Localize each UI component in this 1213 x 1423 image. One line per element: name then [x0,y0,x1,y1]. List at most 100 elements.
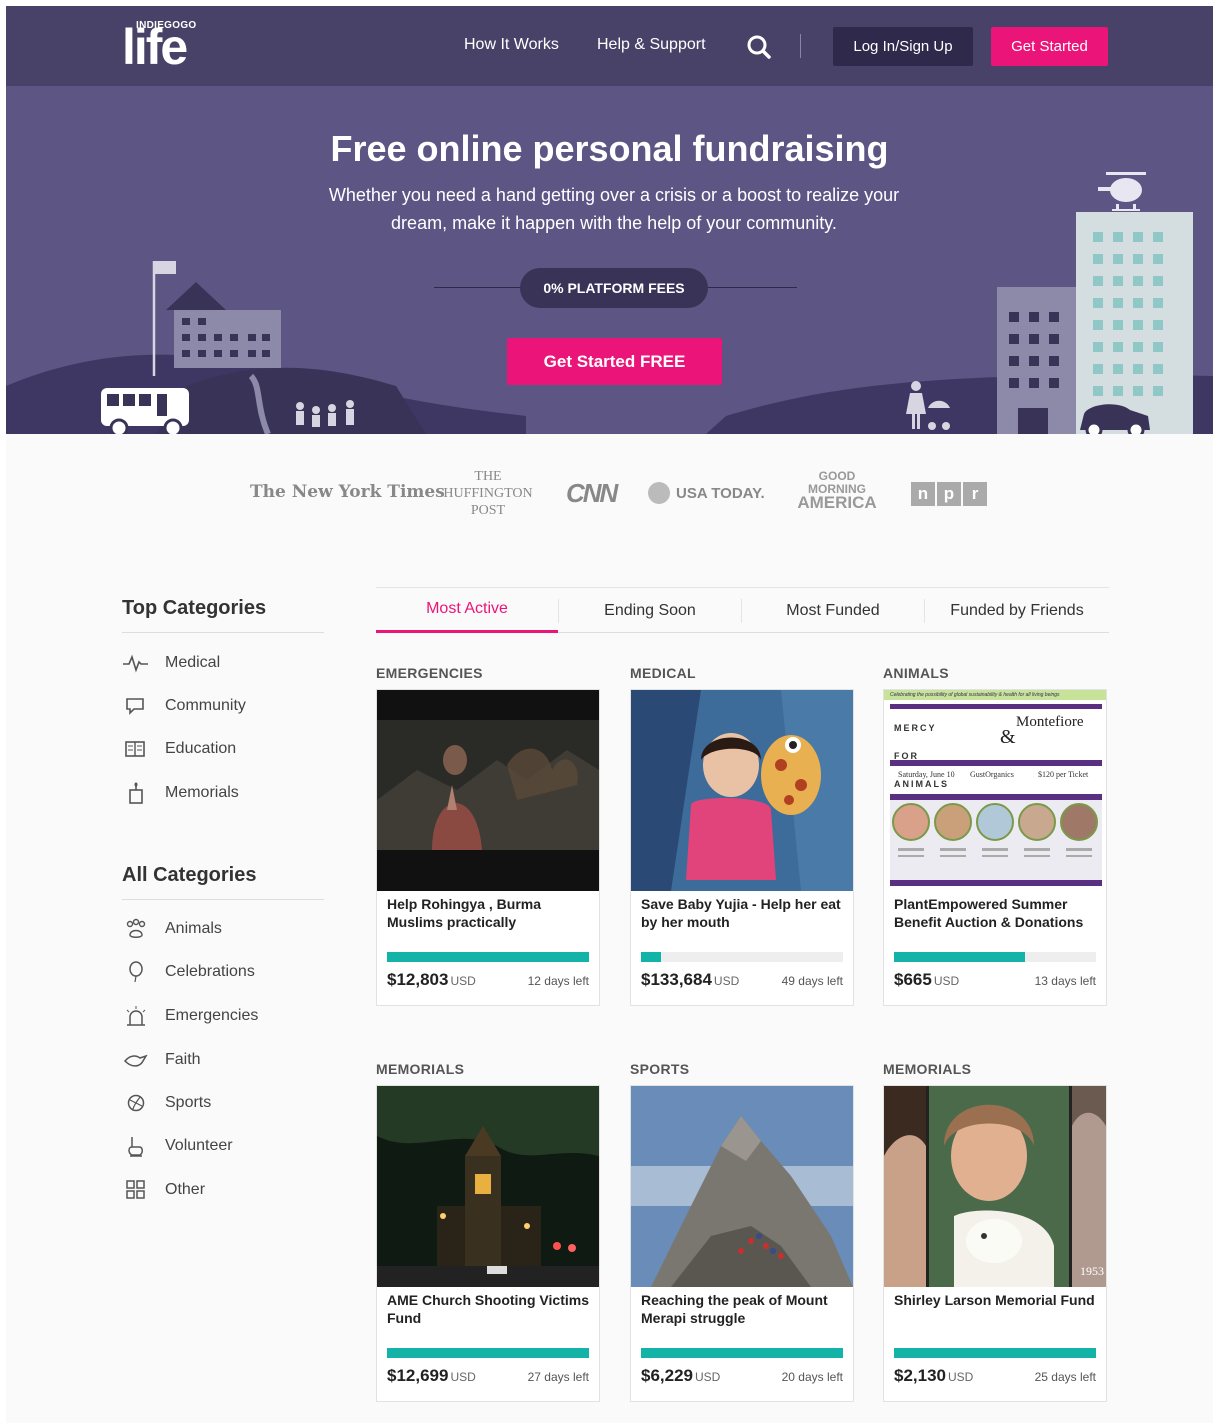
login-signup-button[interactable]: Log In/Sign Up [833,27,973,66]
campaign-title[interactable]: Shirley Larson Memorial Fund [894,1291,1099,1309]
sidebar-item-animals[interactable]: Animals [122,916,222,942]
nyt-logo: The New York Times [250,482,445,502]
tab-most-funded[interactable]: Most Funded [742,588,924,633]
amount-value: $665 [894,970,932,989]
progress-bar [894,952,1096,962]
days-left: 25 days left [1034,1370,1096,1384]
days-left: 27 days left [527,1370,589,1384]
hero-subtitle: Whether you need a hand getting over a c… [328,185,900,233]
campaign-title[interactable]: Help Rohingya , Burma Muslims practicall… [387,895,592,931]
flyer-speakers [890,800,1102,880]
campaign-card[interactable]: Save Baby Yujia - Help her eat by her mo… [630,689,854,1006]
nav-link-how-it-works[interactable]: How It Works [464,36,559,54]
search-icon[interactable] [746,34,772,60]
siren-icon [126,1006,146,1026]
sidebar-item-sports[interactable]: Sports [122,1090,211,1116]
campaign-title[interactable]: PlantEmpowered Summer Benefit Auction & … [894,895,1099,931]
sidebar-item-education[interactable]: Education [122,736,236,762]
card-category-label: SPORTS [630,1061,690,1077]
days-left: 20 days left [781,1370,843,1384]
progress-bar [387,1348,589,1358]
sidebar-item-emergencies[interactable]: Emergencies [122,1003,258,1029]
flyer-price: $120 per Ticket [1038,770,1089,779]
flyer-org: MERCY FOR ANIMALS [894,723,949,789]
huffpost-logo: THE HUFFINGTON POST [438,468,538,519]
sidebar-item-label: Animals [165,920,222,937]
sidebar-item-faith[interactable]: Faith [122,1047,201,1073]
huffpost-line: POST [470,503,506,518]
candle-icon [129,782,143,804]
huffpost-line: THE [474,469,502,484]
campaign-image-mountain[interactable] [631,1086,853,1287]
amount-raised: $133,684 USD [641,970,739,990]
card-category-label: MEMORIALS [376,1061,465,1077]
amount-value: $12,803 [387,970,449,989]
sidebar-item-label: Memorials [165,784,239,801]
currency-label: USD [450,1370,476,1384]
sidebar-item-label: Community [165,697,246,714]
sidebar-item-volunteer[interactable]: Volunteer [122,1133,233,1159]
campaign-image-emergency[interactable] [377,690,599,891]
tab-funded-by-friends[interactable]: Funded by Friends [925,588,1109,633]
days-left: 49 days left [781,974,843,988]
currency-label: USD [450,974,476,988]
sidebar-item-label: Education [165,740,237,757]
campaign-title[interactable]: Reaching the peak of Mount Merapi strugg… [641,1291,846,1327]
progress-bar [894,1348,1096,1358]
campaign-title[interactable]: Save Baby Yujia - Help her eat by her mo… [641,895,846,931]
logo-brand: INDIEGOGO [136,20,197,31]
get-started-free-button[interactable]: Get Started FREE [507,338,722,385]
sidebar-item-medical[interactable]: Medical [122,650,220,676]
amount-raised: $2,130 USD [894,1366,973,1386]
sidebar-item-other[interactable]: Other [122,1177,205,1203]
memorial-photo-collage [884,1086,1106,1287]
currency-label: USD [695,1370,721,1384]
flyer-banner-text: Celebrating the possibility of global su… [890,692,1060,698]
campaign-card[interactable]: 1953 Shirley Larson Memorial Fund $2,130… [883,1085,1107,1402]
flyer-hospital: Montefiore [1016,714,1084,730]
platform-fees-badge: 0% PLATFORM FEES [520,268,708,308]
campaign-image-memorial[interactable]: 1953 [884,1086,1106,1287]
heartbeat-icon [123,654,148,673]
card-category-label: ANIMALS [883,665,949,681]
sidebar-item-label: Other [165,1181,206,1198]
campaign-image-church[interactable] [377,1086,599,1287]
sidebar-item-celebrations[interactable]: Celebrations [122,959,255,985]
helping-hand-icon [128,1137,143,1157]
get-started-button[interactable]: Get Started [991,27,1108,66]
days-left: 13 days left [1034,974,1096,988]
campaign-title[interactable]: AME Church Shooting Victims Fund [387,1291,592,1327]
campaign-image-medical[interactable] [631,690,853,891]
progress-fill [387,952,589,962]
top-categories-heading: Top Categories [122,597,267,619]
npr-letter: r [963,482,987,506]
gma-line: AMERICA [797,493,877,512]
page-frame: life INDIEGOGO How It Works Help & Suppo… [6,6,1213,1423]
nav-link-help-support[interactable]: Help & Support [597,36,706,54]
campaign-card[interactable]: AME Church Shooting Victims Fund $12,699… [376,1085,600,1402]
campaign-image-animals[interactable]: Celebrating the possibility of global su… [884,690,1106,891]
amount-value: $2,130 [894,1366,946,1385]
card-category-label: MEDICAL [630,665,696,681]
sidebar-divider [122,899,324,900]
progress-bar [641,952,843,962]
sidebar-item-label: Emergencies [165,1007,259,1024]
campaign-tabs: Most Active Ending Soon Most Funded Fund… [376,587,1109,633]
tab-ending-soon[interactable]: Ending Soon [559,588,741,633]
amount-raised: $6,229 USD [641,1366,720,1386]
progress-bar [387,952,589,962]
sidebar-item-community[interactable]: Community [122,693,246,719]
campaign-card[interactable]: Celebrating the possibility of global su… [883,689,1107,1006]
flyer-stripe [890,760,1102,766]
amount-raised: $665 USD [894,970,959,990]
campaign-card[interactable]: Reaching the peak of Mount Merapi strugg… [630,1085,854,1402]
tab-most-active[interactable]: Most Active [376,588,558,633]
amount-raised: $12,803 USD [387,970,476,990]
currency-label: USD [713,974,740,988]
progress-fill [641,1348,843,1358]
sidebar-item-memorials[interactable]: Memorials [122,780,239,806]
campaign-card[interactable]: Help Rohingya , Burma Muslims practicall… [376,689,600,1006]
nav-divider [800,34,801,58]
usatoday-logo: USA TODAY. [648,482,765,504]
grid-icon [126,1180,145,1199]
